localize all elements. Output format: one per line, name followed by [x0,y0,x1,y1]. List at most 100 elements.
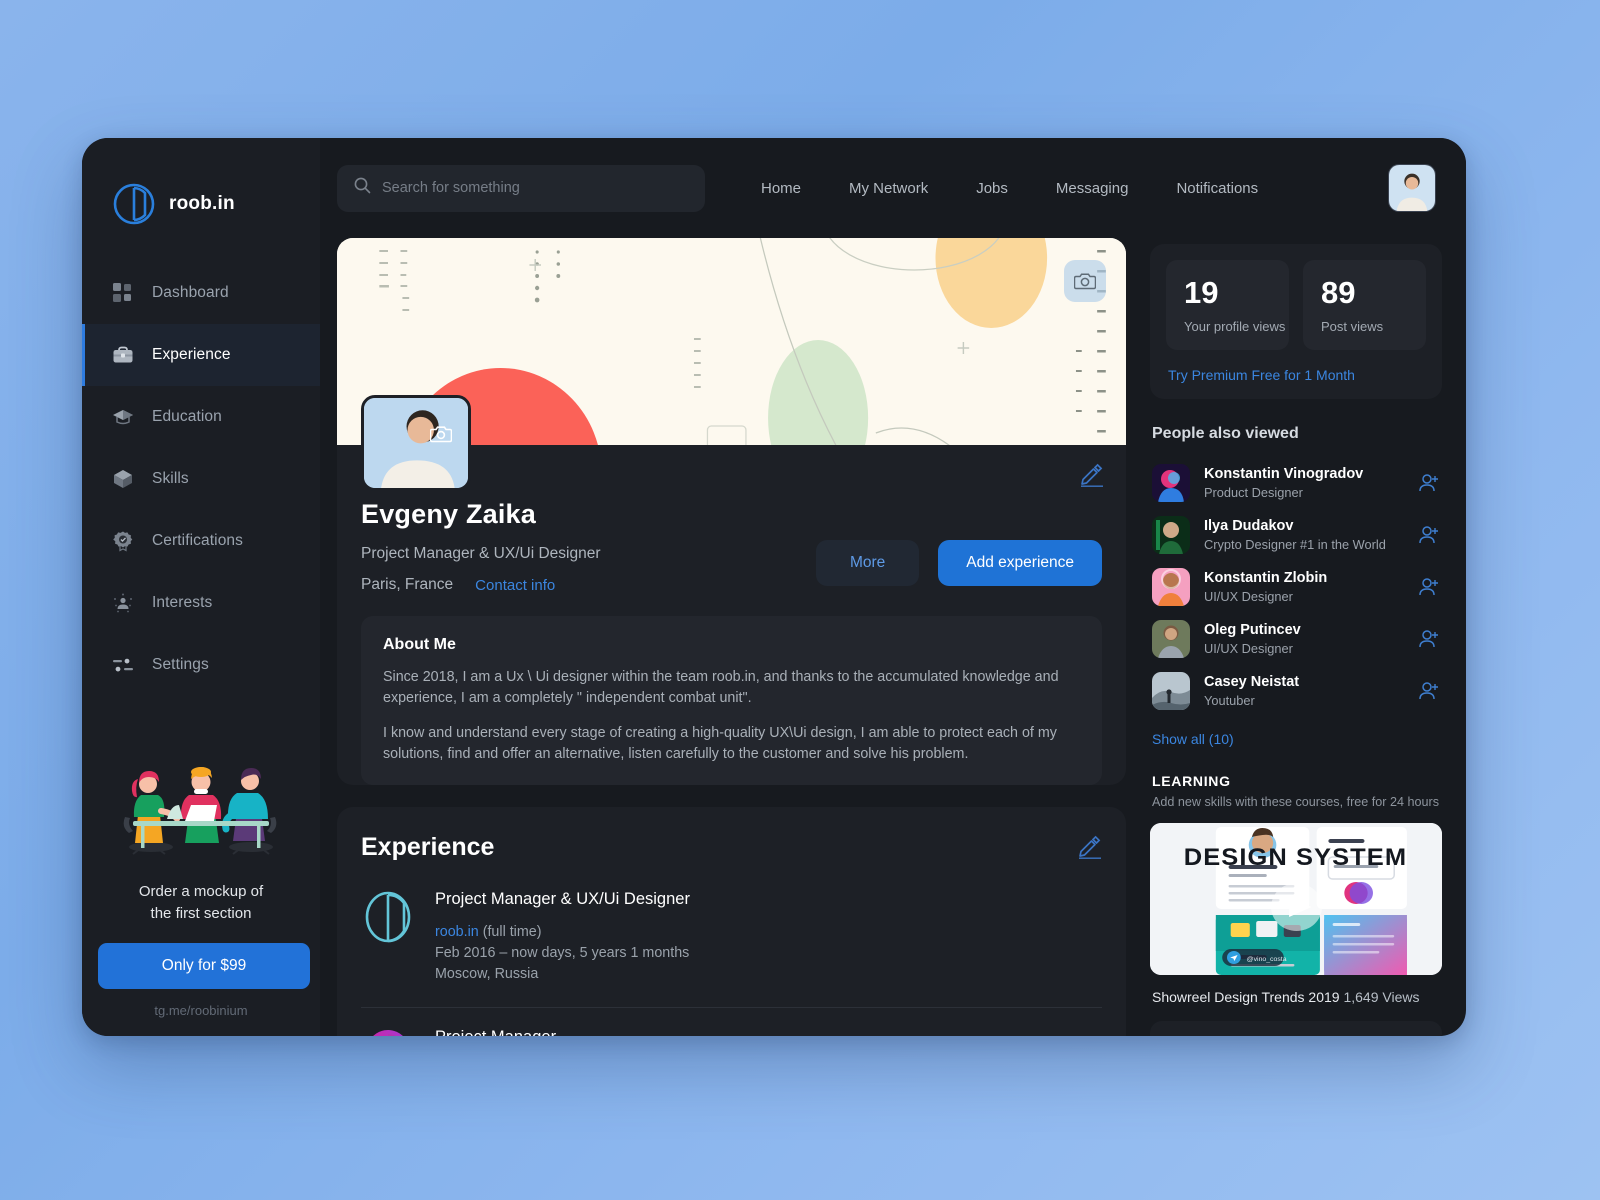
about-paragraph-1: Since 2018, I am a Ux \ Ui designer with… [383,669,1059,706]
profile-avatar[interactable] [361,395,471,491]
profile-header: Evgeny Zaika Project Manager & UX/Ui Des… [337,395,1126,616]
sidebar-item-label: Education [152,408,222,425]
experience-role: Project Manager & UX/Ui Designer [435,890,690,908]
promo-block: Order a mockup of the first section Only… [82,735,320,1018]
experience-item: Project Manager & UX/Ui Designer roob.in… [361,870,1102,1007]
sidebar-item-education[interactable]: Education [82,386,320,448]
user-avatar[interactable] [1388,164,1436,212]
sidebar-item-label: Certifications [152,532,243,549]
sidebar-item-label: Interests [152,594,213,611]
nav-home[interactable]: Home [737,180,825,197]
person-name: Oleg Putincev [1204,622,1301,638]
sidebar: roob.in Dashboard Experience Education S… [82,138,320,1036]
app-window: roob.in Dashboard Experience Education S… [82,138,1466,1036]
person-role: Product Designer [1204,485,1303,500]
right-rail: 19 Your profile views 89 Post views Try … [1140,238,1466,1036]
list-item[interactable]: Konstantin Vinogradov Product Designer [1150,457,1442,509]
camera-icon[interactable] [429,424,453,446]
list-item[interactable]: Casey Neistat Youtuber [1150,665,1442,717]
profile-location: Paris, France [361,576,454,593]
promo-text-line1: Order a mockup of [138,883,264,900]
sidebar-item-interests[interactable]: Interests [82,572,320,634]
edit-experience-button[interactable] [1076,833,1102,864]
add-person-icon[interactable] [1418,576,1440,598]
camera-icon [1074,271,1096,291]
stat-label: Post views [1321,319,1384,334]
brand-name: roob.in [169,193,235,214]
more-button[interactable]: More [815,540,920,586]
promo-telegram-link[interactable]: tg.me/roobinium [98,1003,304,1018]
add-person-icon[interactable] [1418,524,1440,546]
learning-video-card[interactable]: DESIGN SYSTEM @vino_costa [1150,823,1442,975]
change-cover-button[interactable] [1064,260,1106,302]
nav-jobs[interactable]: Jobs [952,180,1032,197]
sidebar-nav: Dashboard Experience Education Skills Ce… [82,262,320,696]
badge-icon [112,530,134,552]
person-role: UI/UX Designer [1204,641,1293,656]
experience-company[interactable]: roob.in [435,924,479,940]
about-section: About Me Since 2018, I am a Ux \ Ui desi… [361,616,1102,785]
page-title: Evgeny Zaika [361,499,536,529]
try-premium-link[interactable]: Try Premium Free for 1 Month [1166,367,1426,383]
add-experience-button[interactable]: Add experience [938,540,1102,586]
brand[interactable]: roob.in [82,138,320,238]
stat-value: 89 [1321,275,1356,310]
person-role: UI/UX Designer [1204,589,1293,604]
rail-placeholder-card [1150,1021,1442,1036]
experience-list: Project Manager & UX/Ui Designer roob.in… [337,870,1126,1036]
nav-notifications[interactable]: Notifications [1152,180,1282,197]
person-name: Konstantin Zlobin [1204,570,1328,586]
add-person-icon[interactable] [1418,628,1440,650]
edit-profile-button[interactable] [1078,461,1104,492]
stats-row: 19 Your profile views 89 Post views [1166,260,1426,350]
list-item[interactable]: Oleg Putincev UI/UX Designer [1150,613,1442,665]
person-name: Konstantin Vinogradov [1204,466,1364,482]
add-person-icon[interactable] [1418,680,1440,702]
avatar [1152,620,1190,658]
avatar [1152,516,1190,554]
sidebar-item-certifications[interactable]: Certifications [82,510,320,572]
content-area: Evgeny Zaika Project Manager & UX/Ui Des… [320,238,1466,1036]
roobinium-logo-icon [361,1028,415,1036]
stat-post-views[interactable]: 89 Post views [1303,260,1426,350]
sidebar-item-skills[interactable]: Skills [82,448,320,510]
roobin-logo-icon [112,182,156,226]
show-all-people-link[interactable]: Show all (10) [1152,731,1442,747]
person-info: Konstantin Vinogradov Product Designer [1204,466,1404,500]
learning-subtitle: Add new skills with these courses, free … [1152,795,1439,809]
list-item[interactable]: Konstantin Zlobin UI/UX Designer [1150,561,1442,613]
experience-item-body: Project Manager roobinium.io (full time)… [435,1028,688,1036]
top-navigation: Home My Network Jobs Messaging Notificat… [737,180,1388,197]
person-info: Oleg Putincev UI/UX Designer [1204,622,1404,656]
experience-location: Moscow, Russia [435,966,539,982]
sidebar-item-label: Experience [152,346,231,363]
person-star-icon [112,592,134,614]
sidebar-item-settings[interactable]: Settings [82,634,320,696]
search-input[interactable] [382,180,688,196]
sidebar-item-experience[interactable]: Experience [82,324,320,386]
search-box[interactable] [337,164,705,212]
nav-my-network[interactable]: My Network [825,180,952,197]
stat-label: Your profile views [1184,319,1286,334]
experience-company-line: roob.in (full time) [435,922,690,943]
person-name: Casey Neistat [1204,674,1300,690]
contact-info-link[interactable]: Contact info [475,577,555,594]
list-item[interactable]: Ilya Dudakov Crypto Designer #1 in the W… [1150,509,1442,561]
person-role: Crypto Designer #1 in the World [1204,537,1386,552]
profile-actions: More Add experience [815,540,1102,586]
cube-icon [112,468,134,490]
experience-period: Feb 2016 – now days, 5 years 1 months [435,945,690,961]
promo-buy-button[interactable]: Only for $99 [98,943,310,989]
about-heading: About Me [383,636,456,653]
learning-heading: LEARNING [1152,773,1231,789]
stat-profile-views[interactable]: 19 Your profile views [1166,260,1289,350]
graduation-cap-icon [112,406,134,428]
experience-item: Project Manager roobinium.io (full time)… [361,1007,1102,1036]
experience-heading: Experience [361,833,495,861]
add-person-icon[interactable] [1418,472,1440,494]
experience-item-body: Project Manager & UX/Ui Designer roob.in… [435,890,690,985]
nav-messaging[interactable]: Messaging [1032,180,1153,197]
experience-employment: (full time) [482,924,542,940]
topbar: Home My Network Jobs Messaging Notificat… [320,138,1466,238]
sidebar-item-dashboard[interactable]: Dashboard [82,262,320,324]
